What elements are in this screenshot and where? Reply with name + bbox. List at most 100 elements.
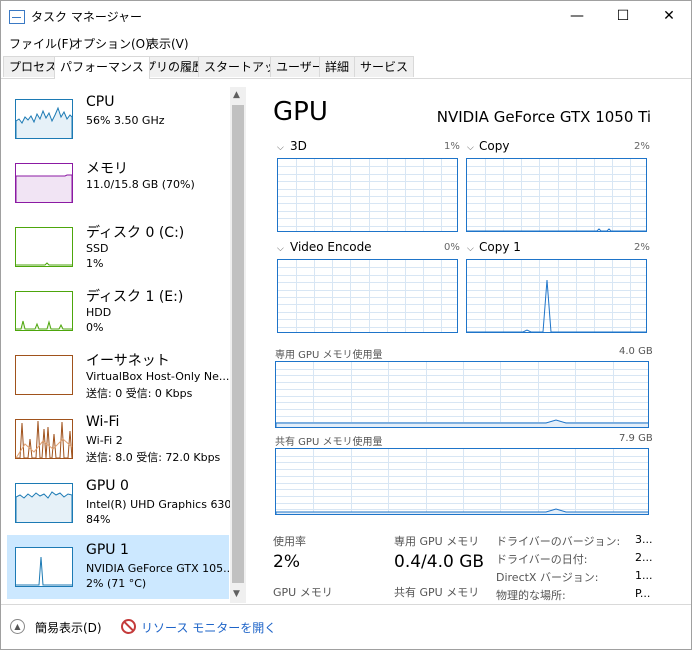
shared-memory-max: 7.9 GB: [619, 433, 653, 444]
resource-disk-0[interactable]: ディスク 0 (C:) SSD 1%: [7, 215, 229, 279]
resource-detail: HDD: [86, 306, 112, 319]
resource-detail: SSD: [86, 242, 109, 255]
resource-name: Wi-Fi: [86, 414, 120, 430]
fewer-details-chevron-icon[interactable]: ▲: [10, 619, 25, 634]
scroll-down-arrow-icon[interactable]: ▼: [233, 589, 240, 599]
menu-view[interactable]: 表示(V): [147, 35, 189, 52]
resource-detail: 56% 3.50 GHz: [86, 114, 165, 127]
minimize-button[interactable]: —: [554, 1, 600, 32]
engine-pct-copy: 2%: [634, 141, 650, 152]
physical-location-value: P...: [635, 587, 651, 600]
physical-location-label: 物理的な場所:: [496, 589, 566, 602]
fewer-details-button[interactable]: 簡易表示(D): [35, 619, 102, 636]
graph-gridlines: [467, 260, 646, 332]
shared-memory-label: 共有 GPU メモリ使用量: [275, 437, 383, 448]
resource-name: ディスク 1 (E:): [86, 289, 184, 305]
graph-gridlines: [278, 260, 457, 332]
shared-memory-graph: [275, 448, 649, 515]
dedicated-memory-graph: [275, 361, 649, 428]
graph-3d: [277, 158, 458, 232]
tab-bar: プロセス パフォーマンス アプリの履歴 スタートアップ ユーザー 詳細 サービス: [1, 56, 691, 79]
dedicated-gpu-memory-value: 0.4/4.0 GB: [394, 552, 485, 572]
close-button[interactable]: ✕: [646, 1, 691, 32]
dedicated-gpu-memory-label: 専用 GPU メモリ: [394, 535, 480, 548]
resource-detail-2: 送信: 0 受信: 0 Kbps: [86, 387, 193, 400]
resource-gpu-0[interactable]: GPU 0 Intel(R) UHD Graphics 630 84%: [7, 471, 232, 535]
dedicated-memory-max: 4.0 GB: [619, 346, 653, 357]
task-manager-icon: [9, 10, 25, 24]
resource-detail: NVIDIA GeForce GTX 105...: [86, 562, 234, 575]
resource-list-scrollbar[interactable]: ▲ ▼: [230, 87, 246, 603]
resource-ethernet[interactable]: イーサネット VirtualBox Host-Only Ne... 送信: 0 …: [7, 343, 229, 407]
resource-wifi[interactable]: Wi-Fi Wi-Fi 2 送信: 8.0 受信: 72.0 Kbps: [7, 407, 229, 471]
usage-value: 2%: [273, 552, 300, 572]
gpu0-thumbnail-graph: [15, 483, 73, 523]
resource-gpu-1[interactable]: GPU 1 NVIDIA GeForce GTX 105... 2% (71 °…: [7, 535, 234, 599]
task-manager-window: タスク マネージャー — ☐ ✕ ファイル(F) オプション(O) 表示(V) …: [0, 0, 692, 650]
menu-file[interactable]: ファイル(F): [9, 35, 73, 52]
engine-dropdown-chevron-icon[interactable]: ⌵: [277, 244, 284, 254]
open-resource-monitor-link[interactable]: リソース モニターを開く: [141, 619, 276, 636]
scrollbar-thumb[interactable]: [232, 105, 244, 583]
directx-version-value: 1...: [635, 569, 653, 582]
window-title: タスク マネージャー: [31, 10, 142, 24]
engine-dropdown-chevron-icon[interactable]: ⌵: [467, 244, 474, 254]
dedicated-memory-label: 専用 GPU メモリ使用量: [275, 350, 383, 361]
resource-detail-2: 2% (71 °C): [86, 577, 147, 590]
detail-title: GPU: [273, 97, 328, 127]
memory-thumbnail-graph: [15, 163, 73, 203]
resource-detail-2: 1%: [86, 257, 104, 270]
graph-copy-1: [466, 259, 647, 333]
resource-name: イーサネット: [86, 353, 170, 369]
resource-disk-1[interactable]: ディスク 1 (E:) HDD 0%: [7, 279, 229, 343]
resource-detail-2: 送信: 8.0 受信: 72.0 Kbps: [86, 451, 221, 464]
driver-date-label: ドライバーの日付:: [496, 553, 588, 566]
resource-name: GPU 0: [86, 478, 129, 494]
resource-name: ディスク 0 (C:): [86, 225, 185, 241]
engine-label-copy-1[interactable]: Copy 1: [479, 240, 521, 254]
driver-date-value: 2...: [635, 551, 653, 564]
ethernet-thumbnail-graph: [15, 355, 73, 395]
gpu1-thumbnail-graph: [15, 547, 73, 587]
engine-pct-3d: 1%: [444, 141, 460, 152]
resource-name: メモリ: [86, 161, 128, 177]
resource-detail: Wi-Fi 2: [86, 434, 123, 447]
tab-performance[interactable]: パフォーマンス: [54, 56, 150, 79]
resource-detail: VirtualBox Host-Only Ne...: [86, 370, 230, 383]
resource-monitor-icon: [121, 619, 136, 634]
disk0-thumbnail-graph: [15, 227, 73, 267]
resource-name: GPU 1: [86, 542, 129, 558]
engine-label-3d[interactable]: 3D: [290, 139, 307, 153]
resource-detail-2: 84%: [86, 513, 111, 526]
engine-dropdown-chevron-icon[interactable]: ⌵: [277, 143, 284, 153]
directx-version-label: DirectX バージョン:: [496, 571, 599, 584]
graph-video-encode: [277, 259, 458, 333]
footer: ▲ 簡易表示(D) リソース モニターを開く: [1, 604, 691, 649]
engine-label-copy[interactable]: Copy: [479, 139, 509, 153]
tab-services[interactable]: サービス: [354, 56, 415, 77]
resource-detail: 11.0/15.8 GB (70%): [86, 178, 195, 191]
resource-detail-2: 0%: [86, 321, 104, 334]
maximize-button[interactable]: ☐: [600, 1, 646, 32]
resource-cpu[interactable]: CPU 56% 3.50 GHz: [7, 87, 229, 151]
engine-label-video-encode[interactable]: Video Encode: [290, 240, 372, 254]
driver-version-label: ドライバーのバージョン:: [496, 535, 621, 548]
graph-gridlines: [278, 159, 457, 231]
resource-detail: Intel(R) UHD Graphics 630: [86, 498, 232, 511]
menu-options[interactable]: オプション(O): [71, 35, 150, 52]
disk1-thumbnail-graph: [15, 291, 73, 331]
gpu-device-name: NVIDIA GeForce GTX 1050 Ti: [436, 108, 651, 126]
graph-gridlines: [276, 362, 648, 427]
shared-gpu-memory-label: 共有 GPU メモリ: [394, 586, 480, 599]
gpu-memory-label: GPU メモリ: [273, 586, 333, 599]
title-bar: タスク マネージャー — ☐ ✕: [1, 1, 691, 32]
resource-list: CPU 56% 3.50 GHz メモリ 11.0/15.8 GB (70%) …: [1, 87, 246, 603]
cpu-thumbnail-graph: [15, 99, 73, 139]
menu-bar: ファイル(F) オプション(O) 表示(V): [1, 32, 691, 54]
usage-label: 使用率: [273, 535, 306, 548]
tab-details[interactable]: 詳細: [319, 56, 356, 77]
resource-memory[interactable]: メモリ 11.0/15.8 GB (70%): [7, 151, 229, 215]
engine-dropdown-chevron-icon[interactable]: ⌵: [467, 143, 474, 153]
scroll-up-arrow-icon[interactable]: ▲: [233, 90, 240, 100]
resource-name: CPU: [86, 94, 115, 110]
